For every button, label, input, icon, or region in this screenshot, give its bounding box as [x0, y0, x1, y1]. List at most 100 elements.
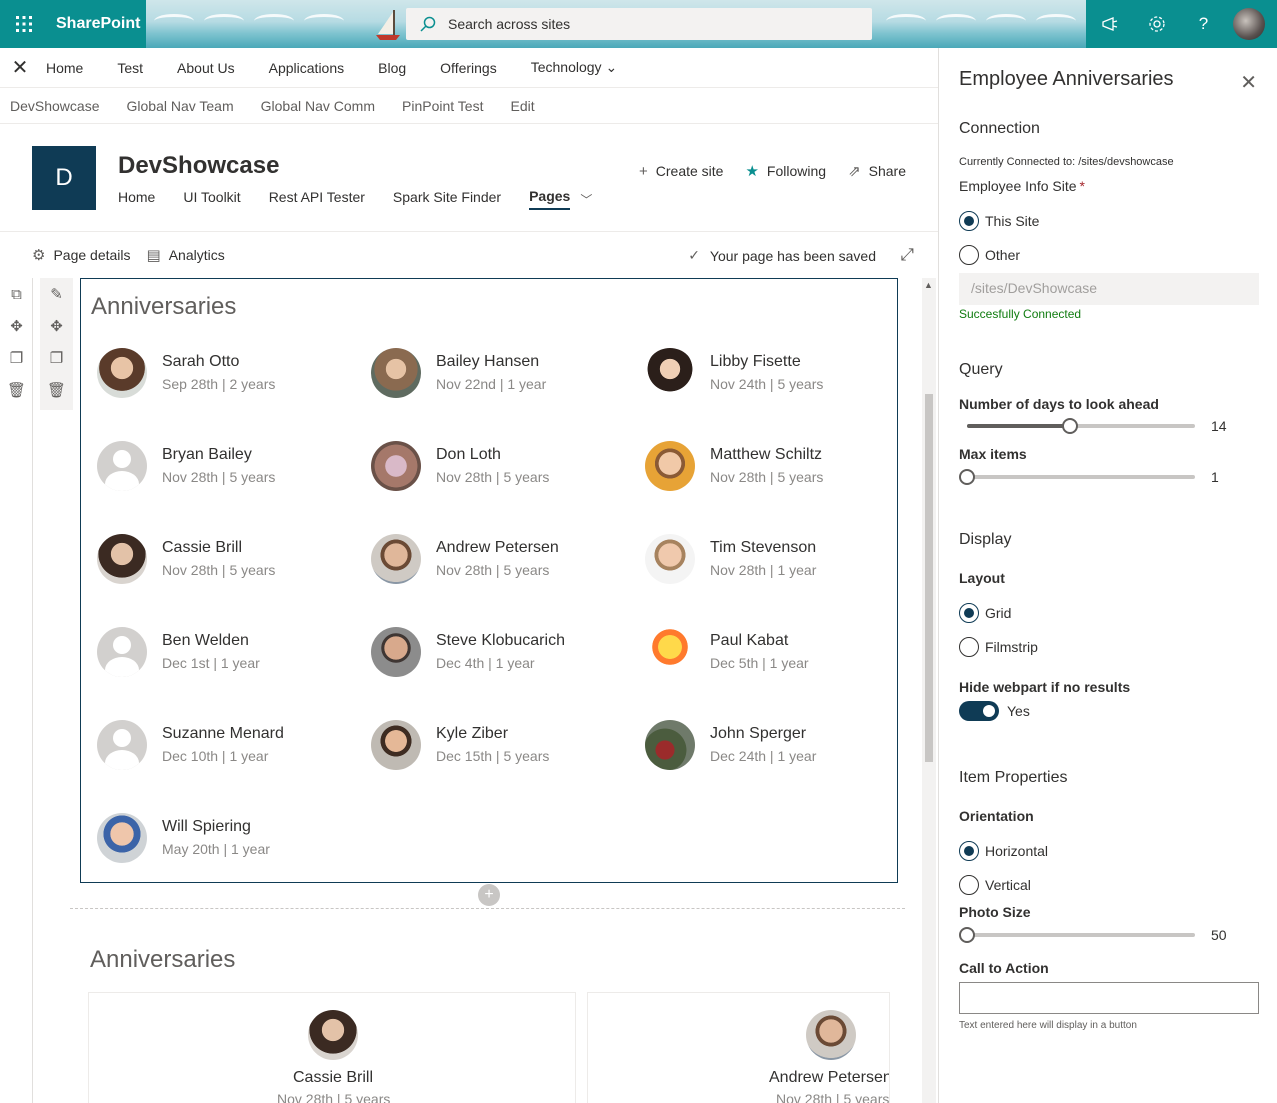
person-item[interactable]: Will Spiering May 20th | 1 year — [97, 813, 347, 863]
topnav-technology[interactable]: Technology ⌄ — [531, 59, 617, 76]
sitenav-home[interactable]: Home — [118, 189, 155, 209]
gear-icon[interactable] — [1133, 0, 1180, 48]
delete-section-icon[interactable]: 🗑 — [0, 374, 33, 406]
delete-webpart-icon[interactable]: 🗑 — [40, 374, 73, 406]
share-icon: ⇗ — [848, 163, 861, 180]
property-pane: Employee Anniversaries ✕ Connection Curr… — [938, 48, 1277, 1103]
brand-name[interactable]: SharePoint — [56, 15, 140, 33]
site-title[interactable]: DevShowcase — [118, 152, 279, 180]
megaphone-icon[interactable] — [1086, 0, 1133, 48]
max-items-slider[interactable] — [959, 467, 1195, 487]
plus-icon: + — [639, 162, 648, 180]
sitenav-pages[interactable]: Pages — [529, 188, 571, 210]
sitenav-spark-site-finder[interactable]: Spark Site Finder — [393, 189, 501, 209]
hubnav-edit[interactable]: Edit — [510, 98, 534, 114]
avatar[interactable] — [1233, 8, 1265, 40]
radio-vertical[interactable]: Vertical — [959, 875, 1031, 895]
site-header: D DevShowcase Home UI Toolkit Rest API T… — [0, 124, 938, 232]
radio-filmstrip-label: Filmstrip — [985, 639, 1038, 655]
person-item[interactable]: John Sperger Dec 24th | 1 year — [645, 720, 895, 770]
share-label: Share — [868, 163, 906, 179]
create-site-button[interactable]: + Create site — [639, 163, 723, 180]
person-text: Bryan Bailey Nov 28th | 5 years — [162, 444, 275, 488]
hubnav-devshowcase[interactable]: DevShowcase — [10, 98, 100, 114]
close-icon[interactable]: ✕ — [0, 48, 40, 88]
page-details-button[interactable]: ⚙ Page details — [32, 246, 131, 264]
slider-thumb[interactable] — [959, 927, 975, 943]
topnav-test[interactable]: Test — [117, 60, 143, 76]
sitenav-rest-api-tester[interactable]: Rest API Tester — [269, 189, 365, 209]
anniversary-card[interactable]: Cassie Brill Nov 28th | 5 years — [88, 992, 576, 1103]
canvas-scrollbar[interactable]: ▲ — [922, 278, 936, 1103]
hubnav-global-nav-comm[interactable]: Global Nav Comm — [261, 98, 375, 114]
days-ahead-slider[interactable] — [967, 416, 1195, 436]
person-photo — [97, 534, 147, 584]
person-item[interactable]: Paul Kabat Dec 5th | 1 year — [645, 627, 895, 677]
topnav-home[interactable]: Home — [46, 60, 83, 76]
search-box[interactable]: Search across sites — [406, 8, 872, 40]
radio-grid[interactable]: Grid — [959, 603, 1011, 623]
person-item[interactable]: Kyle Ziber Dec 15th | 5 years — [371, 720, 621, 770]
person-item[interactable]: Tim Stevenson Nov 28th | 1 year — [645, 534, 895, 584]
radio-vertical-dot — [959, 875, 979, 895]
waffle-icon[interactable] — [0, 0, 48, 48]
person-anniversary: Dec 24th | 1 year — [710, 748, 817, 764]
radio-horizontal[interactable]: Horizontal — [959, 841, 1048, 861]
photo-size-slider[interactable] — [959, 925, 1195, 945]
sitenav-ui-toolkit[interactable]: UI Toolkit — [183, 189, 240, 209]
slider-thumb[interactable] — [959, 469, 975, 485]
search-placeholder: Search across sites — [448, 16, 571, 32]
topnav-offerings[interactable]: Offerings — [440, 60, 497, 76]
person-item[interactable]: Suzanne Menard Dec 10th | 1 year — [97, 720, 347, 770]
anniversary-card[interactable]: Andrew Petersen Nov 28th | 5 years — [587, 992, 890, 1103]
expand-icon[interactable]: ⤢ — [900, 245, 914, 265]
following-label: Following — [766, 163, 827, 179]
following-button[interactable]: ★ Following — [745, 162, 826, 180]
site-logo[interactable]: D — [32, 146, 96, 210]
add-section-button[interactable]: + — [478, 884, 500, 906]
edit-section-icon[interactable]: ⧉ — [0, 278, 33, 310]
person-anniversary: May 20th | 1 year — [162, 841, 270, 857]
person-item[interactable]: Cassie Brill Nov 28th | 5 years — [97, 534, 347, 584]
duplicate-section-icon[interactable]: ❐ — [0, 342, 33, 374]
move-section-icon[interactable]: ✥ — [0, 310, 33, 342]
person-item[interactable]: Libby Fisette Nov 24th | 5 years — [645, 348, 895, 398]
person-item[interactable]: Don Loth Nov 28th | 5 years — [371, 441, 621, 491]
person-anniversary: Nov 22nd | 1 year — [436, 376, 547, 392]
person-item[interactable]: Matthew Schiltz Nov 28th | 5 years — [645, 441, 895, 491]
person-item[interactable]: Bryan Bailey Nov 28th | 5 years — [97, 441, 347, 491]
radio-this-site[interactable]: This Site — [959, 211, 1039, 231]
toggle-switch[interactable] — [959, 701, 999, 721]
hide-webpart-toggle[interactable]: Yes — [959, 701, 1030, 721]
person-item[interactable]: Bailey Hansen Nov 22nd | 1 year — [371, 348, 621, 398]
call-to-action-label: Call to Action — [959, 960, 1049, 976]
help-icon[interactable]: ? — [1180, 0, 1227, 48]
scrollbar-thumb[interactable] — [925, 394, 933, 762]
person-item[interactable]: Ben Welden Dec 1st | 1 year — [97, 627, 347, 677]
person-item[interactable]: Andrew Petersen Nov 28th | 5 years — [371, 534, 621, 584]
duplicate-webpart-icon[interactable]: ❐ — [40, 342, 73, 374]
scroll-up-arrow-icon[interactable]: ▲ — [924, 280, 933, 290]
hubnav-pinpoint-test[interactable]: PinPoint Test — [402, 98, 483, 114]
topnav-about-us[interactable]: About Us — [177, 60, 235, 76]
slider-thumb[interactable] — [1061, 418, 1078, 434]
person-photo — [645, 534, 695, 584]
radio-other-dot — [959, 245, 979, 265]
analytics-button[interactable]: ▤ Analytics — [147, 246, 225, 264]
call-to-action-hint: Text entered here will display in a butt… — [959, 1020, 1137, 1031]
days-ahead-value: 14 — [1211, 418, 1227, 434]
move-webpart-icon[interactable]: ✥ — [40, 310, 73, 342]
person-item[interactable]: Sarah Otto Sep 28th | 2 years — [97, 348, 347, 398]
webpart-title: Anniversaries — [91, 293, 237, 320]
close-icon[interactable]: ✕ — [1240, 70, 1257, 95]
person-item[interactable]: Steve Klobucarich Dec 4th | 1 year — [371, 627, 621, 677]
hubnav-global-nav-team[interactable]: Global Nav Team — [127, 98, 234, 114]
edit-webpart-icon[interactable]: ✎ — [40, 278, 73, 310]
radio-other[interactable]: Other — [959, 245, 1020, 265]
share-button[interactable]: ⇗ Share — [848, 162, 906, 180]
chevron-down-icon[interactable]: ﹀ — [580, 191, 592, 208]
radio-filmstrip[interactable]: Filmstrip — [959, 637, 1038, 657]
topnav-applications[interactable]: Applications — [269, 60, 345, 76]
call-to-action-input[interactable] — [959, 982, 1259, 1014]
topnav-blog[interactable]: Blog — [378, 60, 406, 76]
